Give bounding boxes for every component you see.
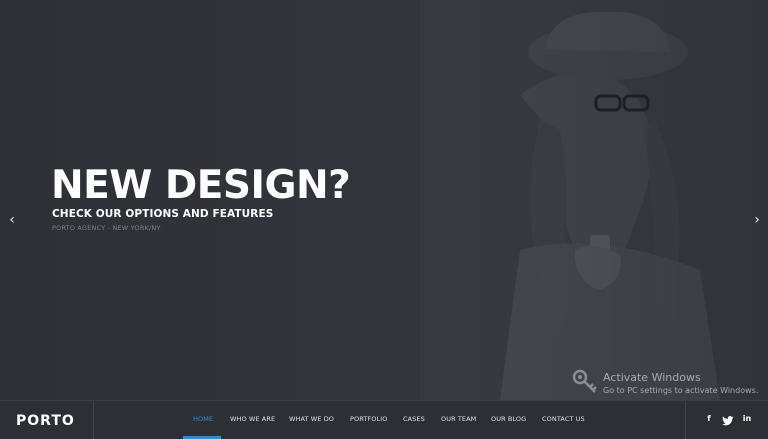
slider-prev-arrow-icon[interactable]: ‹ (5, 212, 19, 228)
facebook-icon[interactable]: f (703, 414, 715, 426)
navbar-divider (93, 401, 94, 439)
logo[interactable]: PORTO (16, 413, 75, 429)
nav-item-contact-us[interactable]: CONTACT US (542, 415, 585, 423)
slider-next-arrow-icon[interactable]: › (750, 212, 764, 228)
nav-item-portfolio[interactable]: PORTFOLIO (350, 415, 387, 423)
watermark-subtitle: Go to PC settings to activate Windows. (603, 386, 759, 395)
nav-item-our-blog[interactable]: OUR BLOG (491, 415, 526, 423)
hero-tagline: PORTO AGENCY - NEW YORK/NY (52, 224, 161, 232)
navbar-divider (685, 401, 686, 439)
twitter-icon[interactable] (722, 415, 734, 427)
nav-item-cases[interactable]: CASES (403, 415, 425, 423)
linkedin-icon[interactable]: in (741, 414, 753, 426)
key-icon (572, 369, 597, 393)
hero-subheadline: CHECK OUR OPTIONS AND FEATURES (52, 208, 274, 220)
nav-item-what-we-do[interactable]: WHAT WE DO (289, 415, 334, 423)
main-navbar: PORTO HOME WHO WE ARE WHAT WE DO PORTFOL… (0, 400, 768, 439)
nav-item-our-team[interactable]: OUR TEAM (441, 415, 476, 423)
nav-item-home[interactable]: HOME (193, 415, 213, 423)
nav-item-who-we-are[interactable]: WHO WE ARE (230, 415, 275, 423)
hero-slider: ‹ › NEW DESIGN? CHECK OUR OPTIONS AND FE… (0, 0, 768, 400)
watermark-title: Activate Windows (603, 371, 701, 384)
hero-headline: NEW DESIGN? (51, 163, 351, 208)
